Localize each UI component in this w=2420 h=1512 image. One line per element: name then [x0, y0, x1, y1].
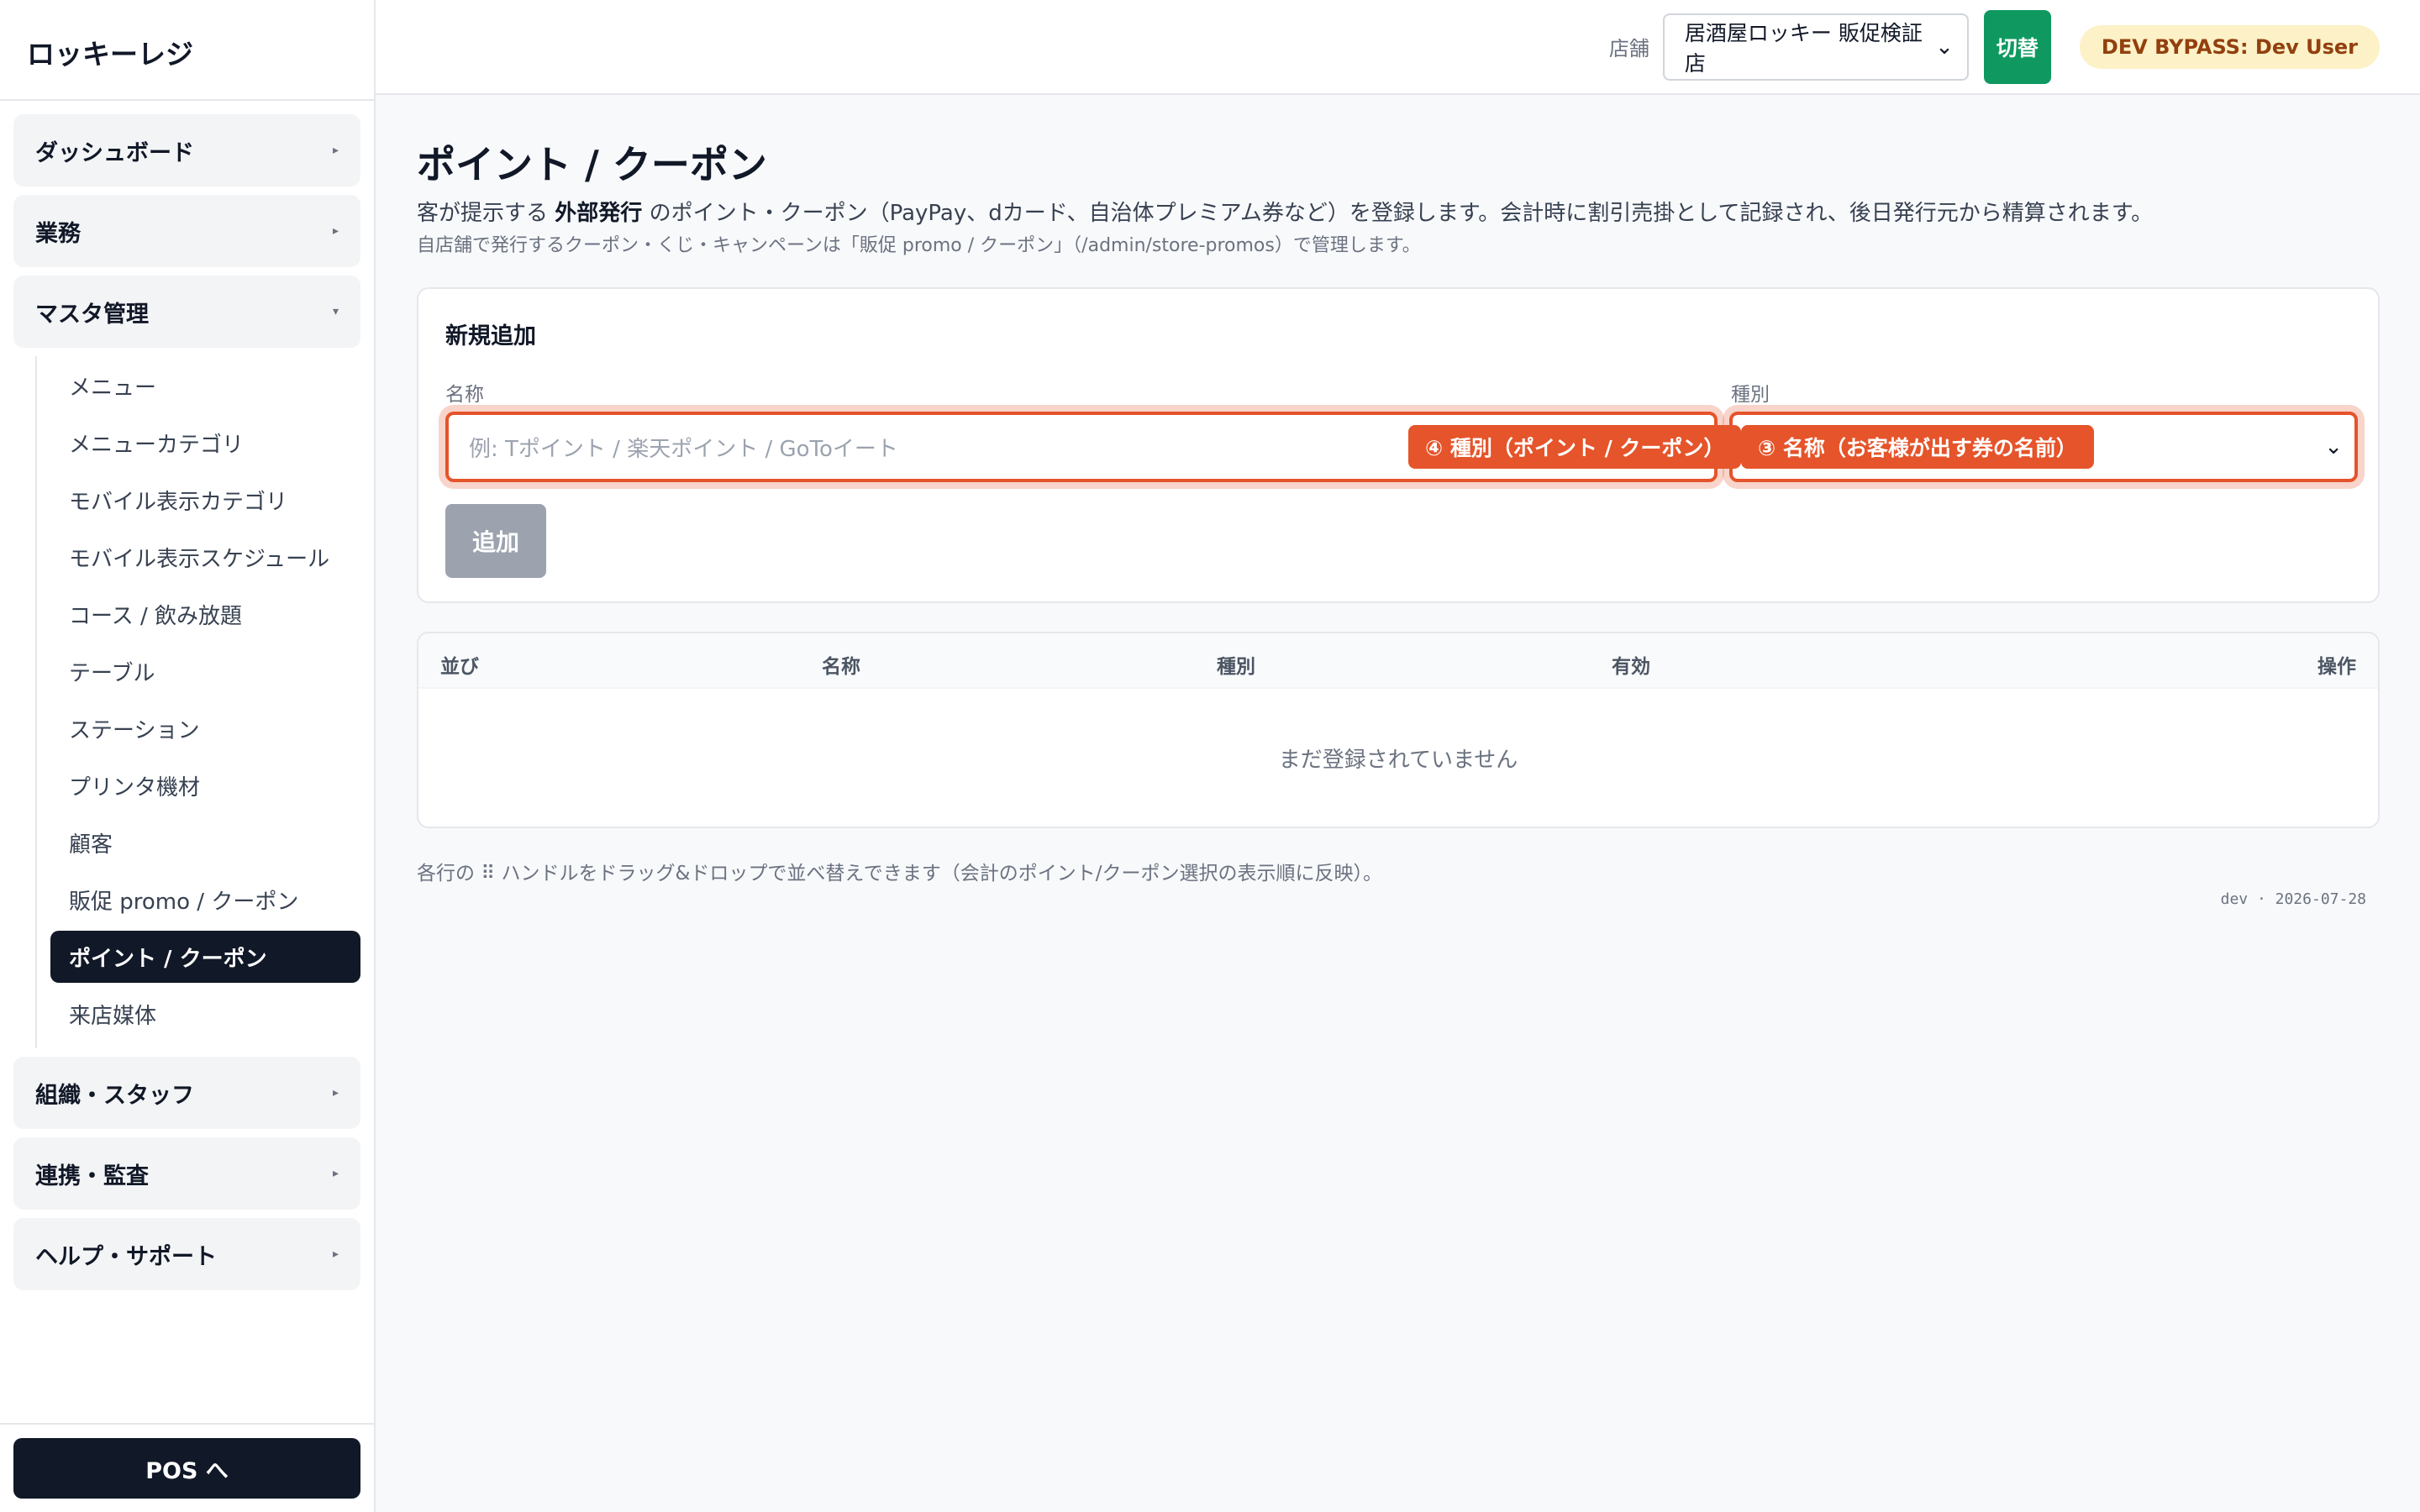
sidebar-item-points-coupons[interactable]: ポイント / クーポン	[50, 931, 360, 983]
nav-group-dashboard[interactable]: ダッシュボード ▸	[13, 114, 360, 186]
page-title: ポイント / クーポン	[417, 142, 767, 187]
annotation-tag-4: ④ 種別（ポイント / クーポン）	[1408, 425, 1742, 469]
table-header: 並び 名称 種別 有効 操作	[418, 633, 2378, 689]
app-title: ロッキーレジ	[0, 0, 374, 101]
col-active: 有効	[1612, 656, 1650, 678]
store-label: 店舗	[1608, 37, 1649, 60]
nav-group-org-staff[interactable]: 組織・スタッフ ▸	[13, 1057, 360, 1129]
nav-group-label: 連携・監査	[35, 1163, 149, 1189]
sidebar-item-menu-category[interactable]: メニューカテゴリ	[50, 417, 360, 469]
card-title: 新規追加	[445, 323, 536, 349]
sidebar-item-store-promo[interactable]: 販促 promo / クーポン	[50, 874, 360, 926]
caret-down-icon: ▾	[332, 305, 339, 318]
sidebar-item-mobile-category[interactable]: モバイル表示カテゴリ	[50, 474, 360, 526]
nav-group-master[interactable]: マスタ管理 ▾	[13, 276, 360, 348]
nav-group-label: ヘルプ・サポート	[35, 1243, 217, 1270]
chevron-down-icon: ⌄	[2324, 434, 2343, 459]
master-subnav: メニュー メニューカテゴリ モバイル表示カテゴリ モバイル表示スケジュール コー…	[35, 356, 360, 1048]
caret-right-icon: ▸	[332, 144, 339, 157]
store-select[interactable]: 居酒屋ロッキー 販促検証店 ⌄	[1662, 13, 1969, 81]
pos-button[interactable]: POS へ	[13, 1438, 360, 1499]
reorder-hint: 各行の ⠿ ハンドルをドラッグ&ドロップで並べ替えできます（会計のポイント/クー…	[417, 863, 1382, 885]
sidebar-item-table[interactable]: テーブル	[50, 645, 360, 697]
col-order: 並び	[440, 656, 479, 678]
nav-group-label: マスタ管理	[35, 301, 149, 328]
dev-user-badge: DEV BYPASS: Dev User	[2079, 24, 2380, 69]
sidebar: ロッキーレジ ダッシュボード ▸ 業務 ▸ マスタ管理 ▾ メニュー メニューカ…	[0, 0, 376, 1512]
chevron-down-icon: ⌄	[1935, 34, 1954, 60]
nav-group-operations[interactable]: 業務 ▸	[13, 195, 360, 267]
nav-group-label: ダッシュボード	[35, 139, 194, 166]
nav-group-label: 組織・スタッフ	[35, 1082, 194, 1109]
sidebar-item-visit-media[interactable]: 来店媒体	[50, 988, 360, 1040]
annotation-tag-3: ③ 名称（お客様が出す券の名前）	[1741, 425, 2094, 469]
desc-post: のポイント・クーポン（PayPay、dカード、自治体プレミアム券など）を登録しま…	[649, 201, 2154, 226]
store-select-value: 居酒屋ロッキー 販促検証店	[1684, 20, 1923, 76]
name-label: 名称	[445, 384, 484, 406]
sidebar-item-printer[interactable]: プリンタ機材	[50, 759, 360, 811]
caret-right-icon: ▸	[332, 1247, 339, 1261]
desc-bold: 外部発行	[555, 201, 643, 226]
sidebar-item-customer[interactable]: 顧客	[50, 816, 360, 869]
desc-pre: 客が提示する	[417, 201, 549, 226]
sidebar-item-course[interactable]: コース / 飲み放題	[50, 588, 360, 640]
type-label: 種別	[1731, 384, 1770, 406]
nav-group-help[interactable]: ヘルプ・サポート ▸	[13, 1218, 360, 1290]
pos-footer: POS へ	[0, 1423, 374, 1512]
caret-right-icon: ▸	[332, 224, 339, 238]
top-bar: 店舗 居酒屋ロッキー 販促検証店 ⌄ 切替 DEV BYPASS: Dev Us…	[376, 0, 2420, 95]
main-content: ポイント / クーポン 客が提示する 外部発行 のポイント・クーポン（PayPa…	[417, 134, 2380, 908]
col-name: 名称	[822, 656, 860, 678]
page-description: 客が提示する 外部発行 のポイント・クーポン（PayPay、dカード、自治体プレ…	[417, 198, 2380, 228]
build-meta: dev · 2026-07-28	[2220, 890, 2366, 908]
sidebar-item-station[interactable]: ステーション	[50, 702, 360, 754]
sidebar-item-mobile-schedule[interactable]: モバイル表示スケジュール	[50, 531, 360, 583]
nav-group-label: 業務	[35, 220, 81, 247]
sidebar-item-menu[interactable]: メニュー	[50, 360, 360, 412]
new-entry-card: 新規追加 名称 種別 例: Tポイント / 楽天ポイント / GoToイート ⌄…	[417, 287, 2380, 603]
caret-right-icon: ▸	[332, 1086, 339, 1100]
caret-right-icon: ▸	[332, 1167, 339, 1180]
nav-group-integration-audit[interactable]: 連携・監査 ▸	[13, 1137, 360, 1210]
page-note: 自店舗で発行するクーポン・くじ・キャンペーンは「販促 promo / クーポン」…	[417, 235, 1421, 256]
sidebar-nav: ダッシュボード ▸ 業務 ▸ マスタ管理 ▾ メニュー メニューカテゴリ モバイ…	[0, 101, 374, 1290]
col-actions: 操作	[2317, 656, 2356, 678]
switch-store-button[interactable]: 切替	[1983, 9, 2051, 84]
add-button[interactable]: 追加	[445, 504, 546, 578]
col-type: 種別	[1217, 656, 1255, 678]
points-table: 並び 名称 種別 有効 操作 まだ登録されていません	[417, 632, 2380, 828]
empty-state: まだ登録されていません	[1278, 748, 1518, 773]
